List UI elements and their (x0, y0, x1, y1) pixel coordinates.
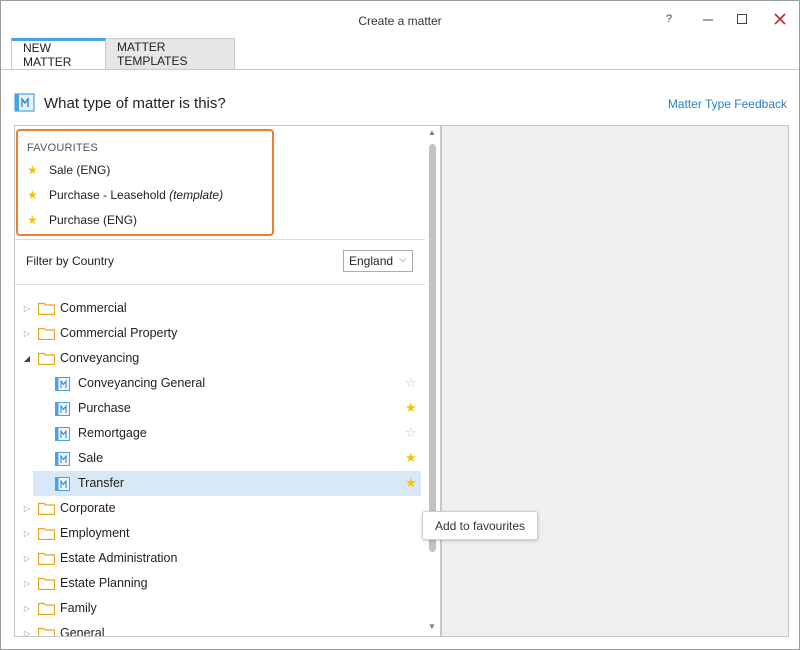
favourite-item-label: Sale (ENG) (49, 163, 111, 177)
tree-matter-label: Conveyancing General (78, 376, 206, 390)
tree-folder-row[interactable]: ▷ General (15, 621, 423, 637)
expand-arrow-icon[interactable]: ▷ (22, 628, 32, 637)
tree-folder-label: Employment (60, 526, 130, 540)
favourite-item-label: Purchase (ENG) (49, 213, 138, 227)
scroll-thumb[interactable] (429, 144, 436, 552)
tree-folder-label: Corporate (60, 501, 116, 515)
tree-matter-row[interactable]: Transfer ★ (33, 471, 421, 496)
matter-type-feedback-link[interactable]: Matter Type Feedback (668, 97, 787, 111)
tree-folder-label: Estate Administration (60, 551, 178, 565)
folder-icon (38, 552, 55, 565)
folder-icon (38, 352, 55, 365)
maximize-icon (736, 13, 747, 24)
chevron-down-icon: ⌵ (399, 254, 406, 264)
tree-matter-row[interactable]: Sale ★ (15, 446, 423, 471)
favourite-item[interactable]: ★ Purchase (ENG) (27, 210, 137, 230)
star-icon: ★ (27, 163, 38, 177)
close-button[interactable] (768, 9, 792, 29)
expand-arrow-icon[interactable]: ▷ (22, 603, 32, 613)
add-to-favourites-tooltip: Add to favourites (422, 511, 538, 540)
help-button[interactable]: ? (657, 9, 681, 29)
tree-matter-label: Sale (78, 451, 104, 465)
folder-icon (38, 527, 55, 540)
tree-folder-label: Commercial (60, 301, 127, 315)
tree-folder-row[interactable]: ▷ Estate Planning (15, 571, 423, 596)
favourite-star-icon[interactable]: ★ (405, 475, 417, 491)
matter-type-icon (55, 452, 70, 466)
favourite-item-label: Purchase - Leasehold (49, 188, 170, 202)
tree-matter-row[interactable]: Purchase ★ (15, 396, 423, 421)
star-icon: ★ (27, 213, 38, 227)
collapse-arrow-icon[interactable]: ◢ (22, 353, 32, 363)
tab-bar: NEW MATTER MATTER TEMPLATES (11, 38, 235, 70)
favourites-section: FAVOURITES ★ Sale (ENG) ★ Purchase - Lea… (16, 129, 274, 236)
folder-icon (38, 627, 55, 636)
title-bar: Create a matter ? (1, 1, 799, 39)
tab-divider (1, 69, 799, 70)
minimize-icon (702, 19, 713, 20)
favourite-star-icon[interactable]: ★ (405, 400, 417, 416)
tree-matter-row[interactable]: Remortgage ☆ (15, 421, 423, 446)
star-icon: ★ (27, 188, 38, 202)
tree-folder-row[interactable]: ▷ Family (15, 596, 423, 621)
tree-folder-row[interactable]: ▷ Corporate (15, 496, 423, 521)
folder-icon (38, 502, 55, 515)
folder-icon (38, 602, 55, 615)
tree-matter-row[interactable]: Conveyancing General ☆ (15, 371, 423, 396)
page-question: What type of matter is this? (44, 95, 226, 112)
tree-folder-row[interactable]: ◢ Conveyancing (15, 346, 423, 371)
tab-matter-templates[interactable]: MATTER TEMPLATES (106, 38, 235, 70)
divider (15, 284, 425, 285)
close-icon (774, 13, 786, 25)
minimize-button[interactable] (696, 9, 720, 29)
scroll-up-arrow-icon[interactable]: ▲ (428, 128, 436, 137)
favourite-item-template-tag: (template) (169, 188, 224, 202)
matter-type-icon (55, 477, 70, 491)
tree-folder-row[interactable]: ▷ Commercial (15, 296, 423, 321)
filter-country-label: Filter by Country (26, 254, 115, 268)
tree-folder-row[interactable]: ▷ Commercial Property (15, 321, 423, 346)
maximize-button[interactable] (730, 9, 754, 29)
expand-arrow-icon[interactable]: ▷ (22, 553, 32, 563)
tree-folder-row[interactable]: ▷ Estate Administration (15, 546, 423, 571)
matter-type-icon (14, 93, 35, 112)
favourite-star-icon[interactable]: ★ (405, 450, 417, 466)
tab-new-matter[interactable]: NEW MATTER (11, 38, 106, 70)
favourite-item[interactable]: ★ Sale (ENG) (27, 160, 110, 180)
divider (15, 239, 425, 240)
vertical-scrollbar[interactable]: ▲ ▼ (425, 126, 440, 636)
matter-type-list-panel: FAVOURITES ★ Sale (ENG) ★ Purchase - Lea… (14, 125, 441, 637)
country-filter-dropdown[interactable]: England ⌵ (343, 250, 413, 272)
expand-arrow-icon[interactable]: ▷ (22, 528, 32, 538)
matter-type-icon (55, 427, 70, 441)
expand-arrow-icon[interactable]: ▷ (22, 503, 32, 513)
matter-type-icon (55, 377, 70, 391)
country-filter-value: England (349, 254, 394, 268)
add-favourite-star-icon[interactable]: ☆ (405, 375, 417, 391)
expand-arrow-icon[interactable]: ▷ (22, 578, 32, 588)
expand-arrow-icon[interactable]: ▷ (22, 303, 32, 313)
tree-folder-row[interactable]: ▷ Employment (15, 521, 423, 546)
tree-folder-label: Family (60, 601, 97, 615)
tree-folder-label: General (60, 626, 105, 637)
favourite-item[interactable]: ★ Purchase - Leasehold (template) (27, 185, 223, 205)
folder-icon (38, 302, 55, 315)
tree-folder-label: Conveyancing (60, 351, 140, 365)
tree-folder-label: Commercial Property (60, 326, 178, 340)
create-matter-window: Create a matter ? NEW MATTER MATTER TEMP… (0, 0, 800, 650)
folder-icon (38, 327, 55, 340)
favourites-title: FAVOURITES (27, 142, 98, 154)
tree-matter-label: Transfer (78, 476, 125, 490)
expand-arrow-icon[interactable]: ▷ (22, 328, 32, 338)
tree-matter-label: Remortgage (78, 426, 147, 440)
tree-folder-label: Estate Planning (60, 576, 148, 590)
folder-icon (38, 577, 55, 590)
add-favourite-star-icon[interactable]: ☆ (405, 425, 417, 441)
scroll-down-arrow-icon[interactable]: ▼ (428, 622, 436, 631)
matter-details-panel (441, 125, 789, 637)
matter-type-icon (55, 402, 70, 416)
tree-matter-label: Purchase (78, 401, 131, 415)
